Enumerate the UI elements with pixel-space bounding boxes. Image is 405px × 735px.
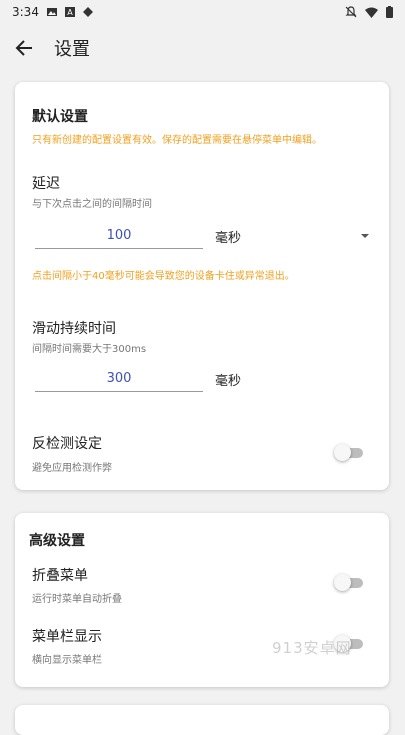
toggle-thumb	[334, 574, 351, 591]
status-left: 3:34 A	[12, 5, 93, 19]
app-bar: 设置	[0, 28, 405, 68]
delay-input[interactable]	[35, 222, 203, 249]
fold-menu-label: 折叠菜单	[32, 568, 88, 584]
delay-label: 延迟	[32, 176, 60, 192]
fold-menu-toggle[interactable]	[334, 574, 363, 591]
default-settings-title: 默认设置	[32, 109, 88, 125]
battery-icon	[386, 6, 393, 18]
anti-detect-sublabel: 避免应用检测作弊	[32, 463, 112, 474]
dropdown-arrow-icon[interactable]	[360, 232, 370, 240]
svg-text:A: A	[67, 8, 73, 17]
diamond-icon	[82, 7, 93, 17]
delay-warning: 点击间隔小于40毫秒可能会导致您的设备卡住或异常退出。	[32, 271, 295, 282]
advanced-settings-title: 高级设置	[29, 533, 85, 549]
menu-bar-display-sublabel: 横向显示菜单栏	[32, 655, 102, 666]
default-settings-note: 只有新创建的配置设置有效。保存的配置需要在悬停菜单中编辑。	[32, 135, 322, 146]
swipe-duration-sublabel: 间隔时间需要大于300ms	[32, 344, 147, 355]
status-bar: 3:34 A	[0, 0, 405, 24]
swipe-duration-input[interactable]	[35, 365, 203, 392]
toggle-thumb	[334, 444, 351, 461]
next-settings-card	[15, 705, 389, 735]
anti-detect-label: 反检测设定	[32, 436, 102, 452]
wifi-icon	[365, 7, 378, 18]
bell-off-icon	[345, 6, 357, 18]
menu-bar-display-label: 菜单栏显示	[32, 629, 102, 645]
delay-sublabel: 与下次点击之间的间隔时间	[32, 199, 152, 210]
a-icon: A	[64, 7, 75, 17]
image-icon	[46, 8, 57, 16]
default-settings-card: 默认设置 只有新创建的配置设置有效。保存的配置需要在悬停菜单中编辑。 延迟 与下…	[15, 82, 389, 490]
swipe-duration-label: 滑动持续时间	[32, 321, 116, 337]
advanced-settings-card: 高级设置 折叠菜单 运行时菜单自动折叠 菜单栏显示 横向显示菜单栏	[15, 513, 389, 687]
anti-detect-toggle[interactable]	[334, 444, 363, 461]
status-time: 3:34	[12, 5, 39, 19]
delay-unit-select[interactable]: 毫秒	[215, 227, 241, 246]
back-arrow-icon[interactable]	[4, 28, 44, 68]
swipe-duration-unit: 毫秒	[215, 374, 242, 389]
watermark: 913安卓网	[272, 639, 352, 657]
page-title: 设置	[54, 39, 90, 60]
fold-menu-sublabel: 运行时菜单自动折叠	[32, 594, 122, 605]
status-right	[345, 6, 393, 18]
